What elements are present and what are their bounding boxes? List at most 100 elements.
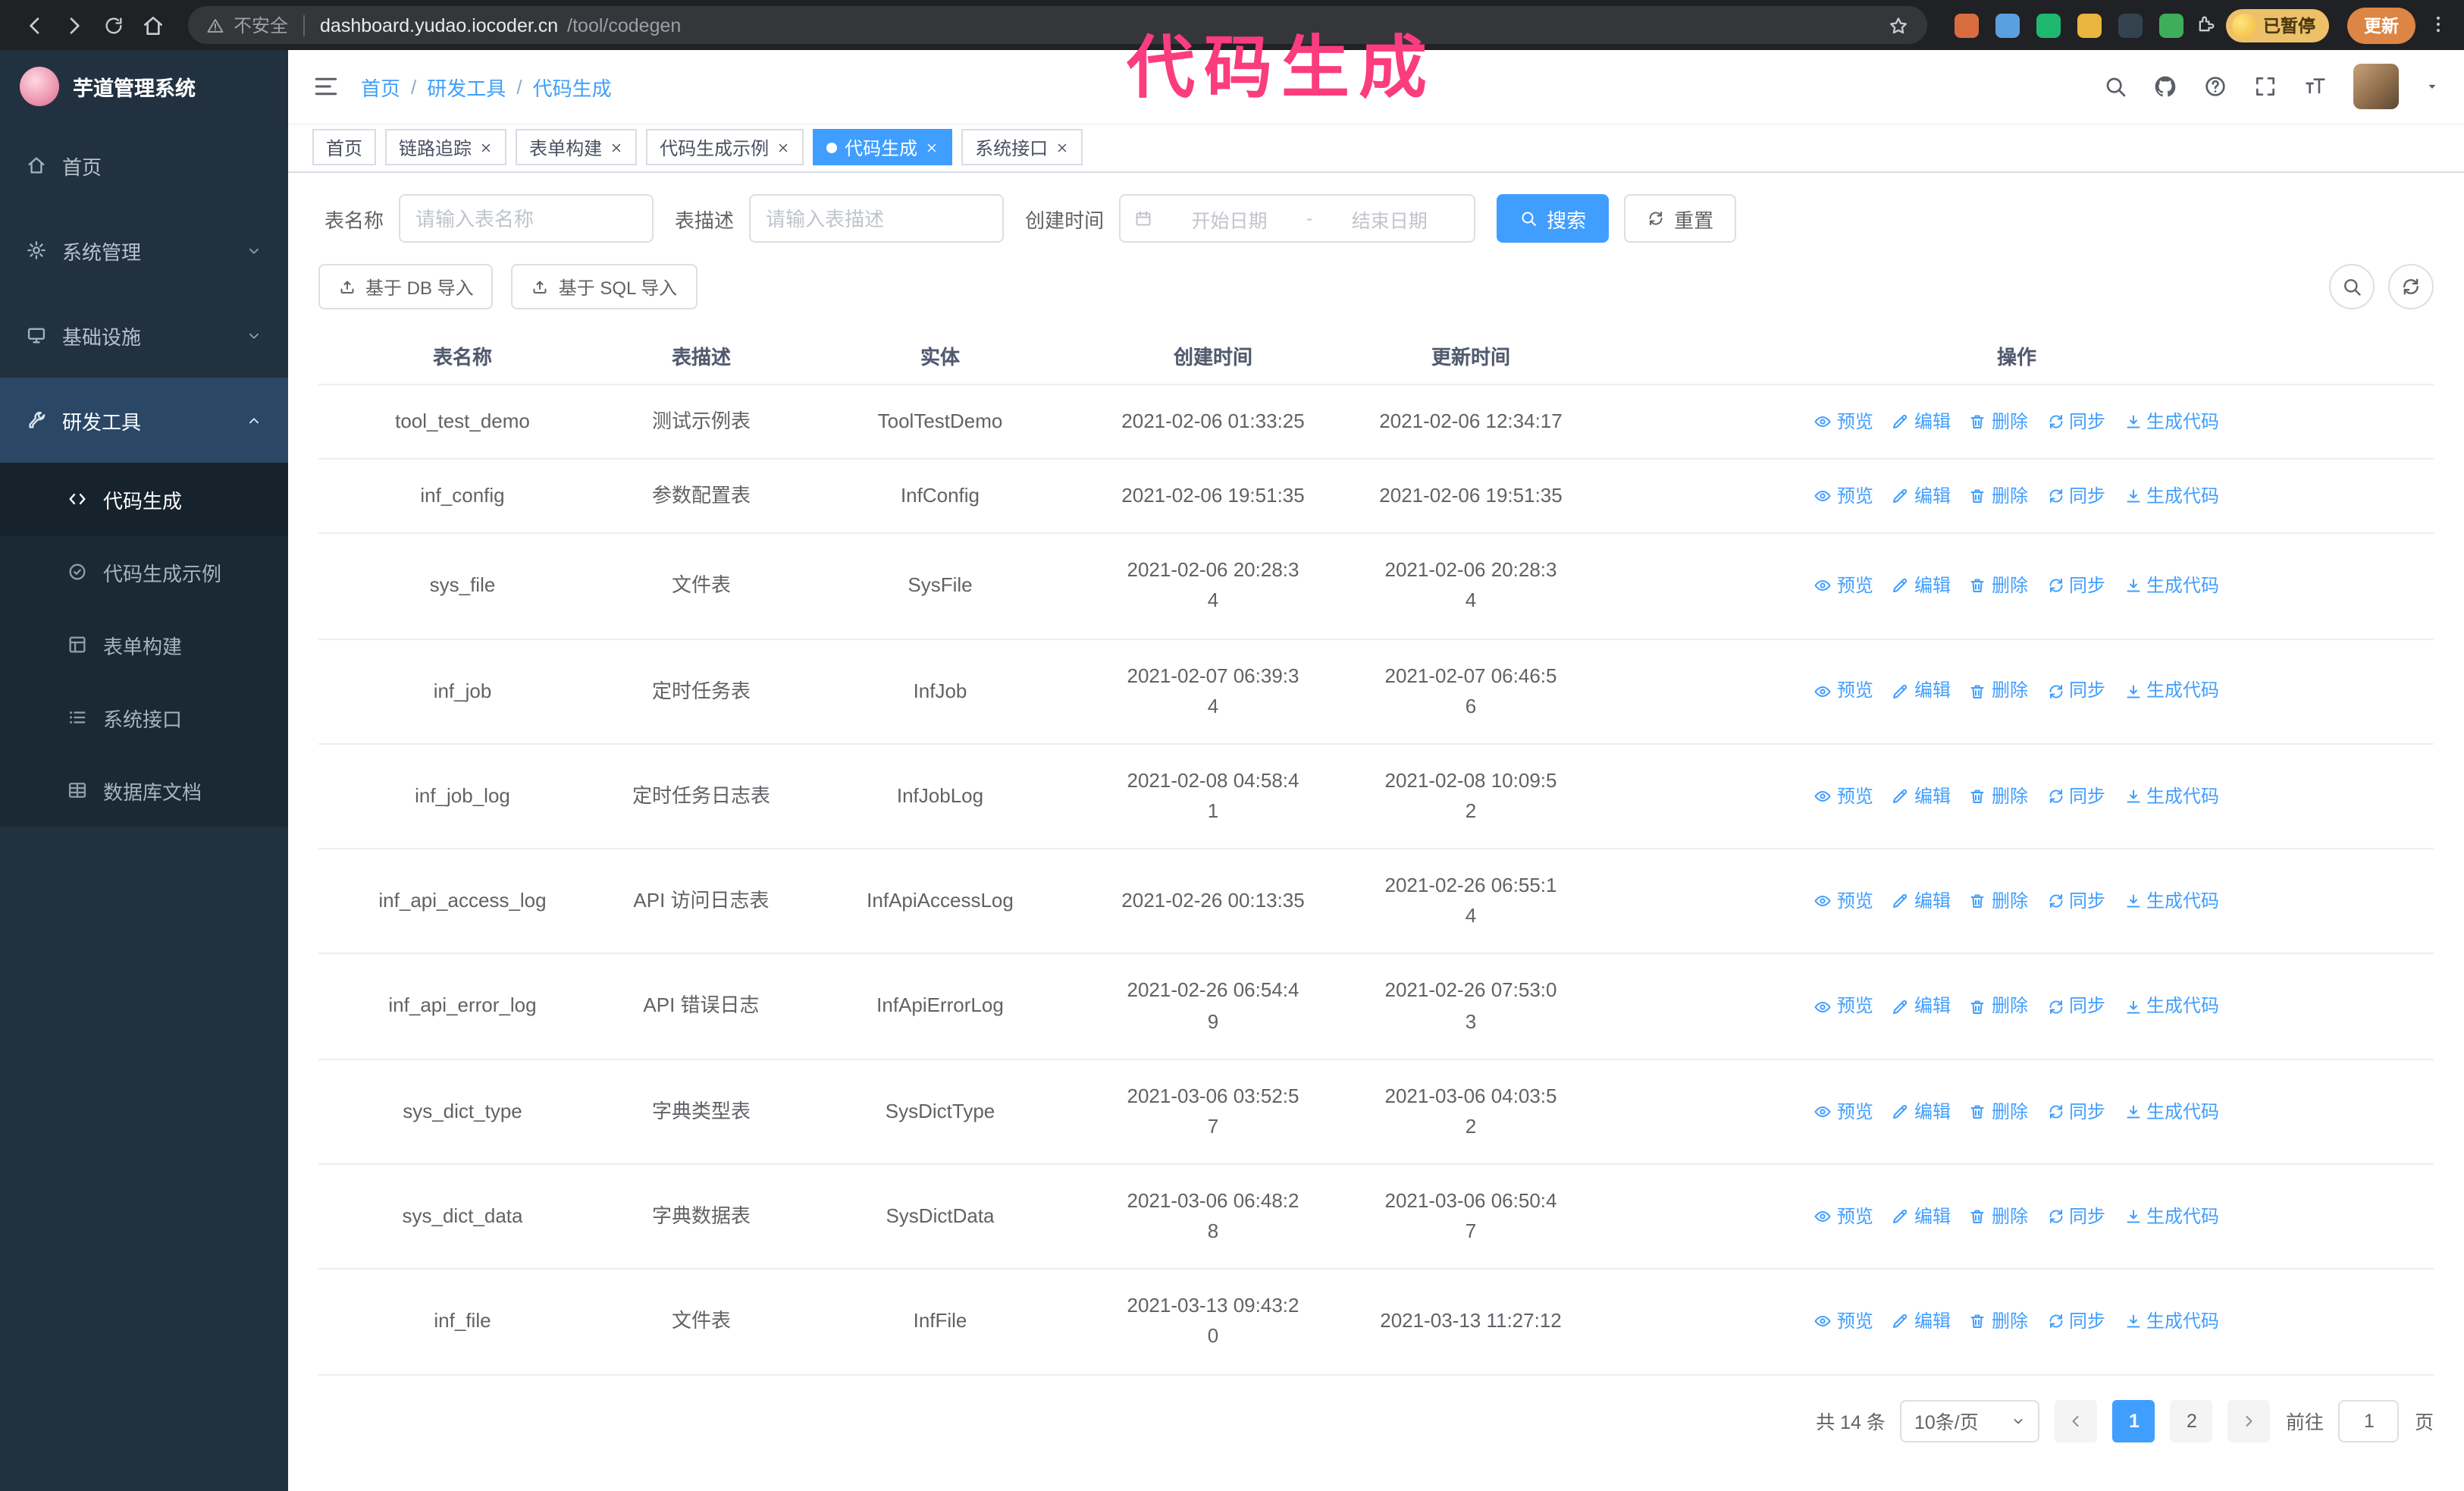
generate-code-link[interactable]: 生成代码 — [2124, 887, 2219, 915]
tab-表单构建[interactable]: 表单构建 — [516, 129, 638, 165]
breadcrumb-item-3[interactable]: 代码生成 — [533, 72, 612, 101]
close-icon[interactable] — [776, 140, 790, 154]
preview-link[interactable]: 预览 — [1814, 782, 1873, 810]
sidebar-item-form-builder[interactable]: 表单构建 — [0, 608, 288, 681]
edit-link[interactable]: 编辑 — [1892, 782, 1951, 810]
sidebar-item-infrastructure[interactable]: 基础设施 — [0, 293, 288, 378]
preview-link[interactable]: 预览 — [1814, 1307, 1873, 1336]
prev-page-button[interactable] — [2055, 1399, 2098, 1442]
sync-link[interactable]: 同步 — [2046, 482, 2105, 510]
logo[interactable]: 芋道管理系统 — [0, 50, 288, 123]
sync-link[interactable]: 同步 — [2046, 782, 2105, 810]
address-bar[interactable]: 不安全 dashboard.yudao.iocoder.cn/tool/code… — [188, 6, 1926, 44]
sync-link[interactable]: 同步 — [2046, 408, 2105, 436]
import-sql-button[interactable]: 基于 SQL 导入 — [511, 264, 698, 309]
sync-link[interactable]: 同步 — [2046, 1307, 2105, 1336]
reset-button[interactable]: 重置 — [1624, 194, 1737, 243]
close-icon[interactable] — [1055, 140, 1069, 154]
edit-link[interactable]: 编辑 — [1892, 572, 1951, 600]
preview-link[interactable]: 预览 — [1814, 408, 1873, 436]
goto-page-input[interactable] — [2338, 1399, 2400, 1442]
preview-link[interactable]: 预览 — [1814, 887, 1873, 915]
edit-link[interactable]: 编辑 — [1892, 408, 1951, 436]
sidebar-item-db-doc[interactable]: 数据库文档 — [0, 754, 288, 827]
sidebar-item-codegen[interactable]: 代码生成 — [0, 463, 288, 535]
edit-link[interactable]: 编辑 — [1892, 887, 1951, 915]
extension-multicolor-icon[interactable] — [2077, 13, 2101, 37]
delete-link[interactable]: 删除 — [1969, 572, 2028, 600]
breadcrumb-item-1[interactable]: 首页 — [361, 72, 400, 101]
sync-link[interactable]: 同步 — [2046, 887, 2105, 915]
tab-链路追踪[interactable]: 链路追踪 — [385, 129, 507, 165]
generate-code-link[interactable]: 生成代码 — [2124, 1307, 2219, 1336]
generate-code-link[interactable]: 生成代码 — [2124, 408, 2219, 436]
page-size-select[interactable]: 10条/页 — [1900, 1399, 2040, 1442]
generate-code-link[interactable]: 生成代码 — [2124, 572, 2219, 600]
help-icon[interactable] — [2203, 74, 2227, 99]
preview-link[interactable]: 预览 — [1814, 993, 1873, 1021]
edit-link[interactable]: 编辑 — [1892, 677, 1951, 705]
tab-代码生成示例[interactable]: 代码生成示例 — [646, 129, 804, 165]
generate-code-link[interactable]: 生成代码 — [2124, 1203, 2219, 1231]
extension-orange-icon[interactable] — [1954, 13, 1978, 37]
tab-系统接口[interactable]: 系统接口 — [961, 129, 1083, 165]
browser-update-button[interactable]: 更新 — [2347, 7, 2415, 43]
edit-link[interactable]: 编辑 — [1892, 482, 1951, 510]
sync-link[interactable]: 同步 — [2046, 1097, 2105, 1125]
import-db-button[interactable]: 基于 DB 导入 — [318, 264, 494, 309]
sidebar-item-system-management[interactable]: 系统管理 — [0, 208, 288, 293]
extension-dark-icon[interactable] — [2118, 13, 2142, 37]
delete-link[interactable]: 删除 — [1969, 887, 2028, 915]
refresh-table-button[interactable] — [2388, 264, 2434, 309]
toggle-search-button[interactable] — [2329, 264, 2375, 309]
browser-menu-icon[interactable] — [2428, 11, 2449, 39]
tab-首页[interactable]: 首页 — [312, 129, 377, 165]
page-button-1[interactable]: 1 — [2112, 1399, 2155, 1442]
user-avatar[interactable] — [2353, 64, 2399, 109]
user-menu-caret-icon[interactable] — [2425, 73, 2440, 100]
close-icon[interactable] — [479, 140, 493, 154]
delete-link[interactable]: 删除 — [1969, 782, 2028, 810]
preview-link[interactable]: 预览 — [1814, 1203, 1873, 1231]
tab-代码生成[interactable]: 代码生成 — [813, 129, 953, 165]
preview-link[interactable]: 预览 — [1814, 1097, 1873, 1125]
extension-blue-icon[interactable] — [1995, 13, 2019, 37]
close-icon[interactable] — [610, 140, 623, 154]
delete-link[interactable]: 删除 — [1969, 1097, 2028, 1125]
generate-code-link[interactable]: 生成代码 — [2124, 677, 2219, 705]
bookmark-star-icon[interactable] — [1887, 14, 1908, 36]
sync-link[interactable]: 同步 — [2046, 677, 2105, 705]
close-icon[interactable] — [925, 140, 939, 154]
generate-code-link[interactable]: 生成代码 — [2124, 1097, 2219, 1125]
preview-link[interactable]: 预览 — [1814, 572, 1873, 600]
sync-link[interactable]: 同步 — [2046, 572, 2105, 600]
font-size-icon[interactable] — [2303, 74, 2328, 99]
next-page-button[interactable] — [2227, 1399, 2271, 1442]
home-button[interactable] — [133, 5, 173, 45]
table-desc-input[interactable] — [749, 194, 1005, 243]
preview-link[interactable]: 预览 — [1814, 677, 1873, 705]
edit-link[interactable]: 编辑 — [1892, 1307, 1951, 1336]
breadcrumb-item-2[interactable]: 研发工具 — [427, 72, 506, 101]
delete-link[interactable]: 删除 — [1969, 482, 2028, 510]
generate-code-link[interactable]: 生成代码 — [2124, 993, 2219, 1021]
sidebar-item-codegen-example[interactable]: 代码生成示例 — [0, 535, 288, 608]
delete-link[interactable]: 删除 — [1969, 1203, 2028, 1231]
profile-chip[interactable]: 已暂停 — [2225, 8, 2329, 42]
back-button[interactable] — [15, 5, 55, 45]
page-button-2[interactable]: 2 — [2170, 1399, 2213, 1442]
generate-code-link[interactable]: 生成代码 — [2124, 782, 2219, 810]
edit-link[interactable]: 编辑 — [1892, 993, 1951, 1021]
date-range-picker[interactable]: 开始日期 - 结束日期 — [1119, 194, 1476, 243]
header-search-icon[interactable] — [2103, 74, 2127, 99]
extensions-puzzle-icon[interactable] — [2195, 11, 2216, 39]
delete-link[interactable]: 删除 — [1969, 408, 2028, 436]
sidebar-item-dev-tools[interactable]: 研发工具 — [0, 378, 288, 463]
sidebar-item-home[interactable]: 首页 — [0, 123, 288, 208]
extension-leaf-icon[interactable] — [2158, 13, 2183, 37]
fullscreen-icon[interactable] — [2253, 74, 2277, 99]
reload-button[interactable] — [94, 5, 133, 45]
extension-green-circle-icon[interactable] — [2036, 13, 2060, 37]
sync-link[interactable]: 同步 — [2046, 993, 2105, 1021]
sync-link[interactable]: 同步 — [2046, 1203, 2105, 1231]
